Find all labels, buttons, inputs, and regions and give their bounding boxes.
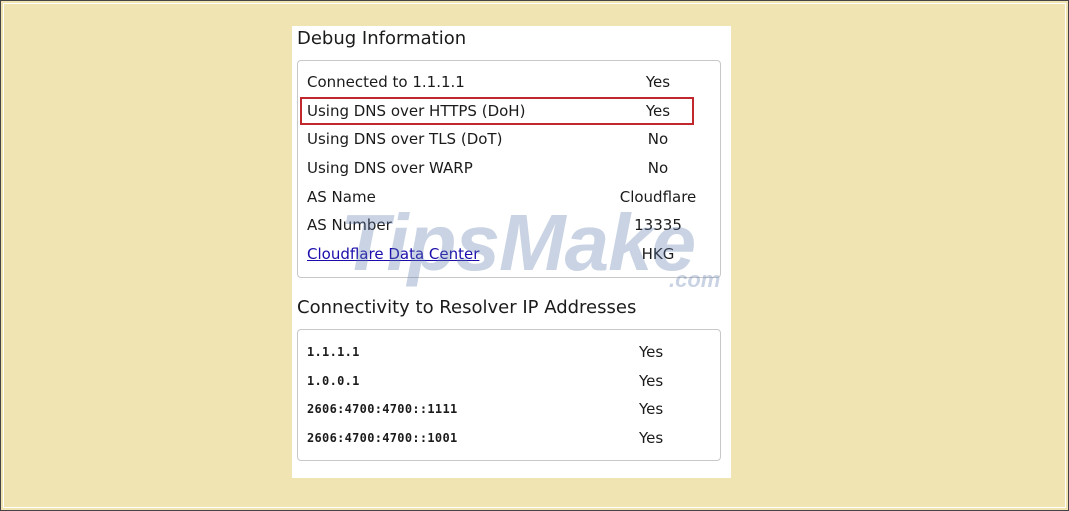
connectivity-title: Connectivity to Resolver IP Addresses bbox=[297, 297, 637, 318]
resolver-status: Yes bbox=[639, 429, 664, 447]
as-name-value: Cloudflare bbox=[619, 188, 697, 206]
resolver-status: Yes bbox=[639, 400, 664, 418]
debug-information-title: Debug Information bbox=[297, 28, 467, 49]
as-name-label: AS Name bbox=[307, 188, 376, 206]
resolver-address: 2606:4700:4700::1111 bbox=[307, 402, 458, 416]
resolver-address: 1.0.0.1 bbox=[307, 374, 360, 388]
debug-row-as-name: AS Name Cloudflare bbox=[298, 183, 720, 211]
debug-row-warp: Using DNS over WARP No bbox=[298, 154, 720, 182]
debug-row-dot: Using DNS over TLS (DoT) No bbox=[298, 125, 720, 153]
dot-value: No bbox=[647, 130, 669, 148]
resolver-status: Yes bbox=[639, 372, 664, 390]
debug-row-data-center: Cloudflare Data Center HKG bbox=[298, 240, 720, 268]
as-number-value: 13335 bbox=[634, 216, 682, 234]
debug-row-as-number: AS Number 13335 bbox=[298, 211, 720, 239]
connectivity-card: 1.1.1.1 Yes 1.0.0.1 Yes 2606:4700:4700::… bbox=[297, 329, 721, 461]
warp-value: No bbox=[647, 159, 669, 177]
connectivity-row: 2606:4700:4700::1111 Yes bbox=[298, 395, 720, 423]
connected-value: Yes bbox=[645, 73, 671, 91]
debug-information-card: Connected to 1.1.1.1 Yes Using DNS over … bbox=[297, 60, 721, 278]
connectivity-row: 2606:4700:4700::1001 Yes bbox=[298, 424, 720, 452]
data-center-value: HKG bbox=[641, 245, 675, 263]
debug-panel: Debug Information Connected to 1.1.1.1 Y… bbox=[292, 26, 731, 478]
resolver-status: Yes bbox=[639, 343, 664, 361]
dot-label: Using DNS over TLS (DoT) bbox=[307, 130, 503, 148]
cloudflare-data-center-link[interactable]: Cloudflare Data Center bbox=[307, 245, 479, 263]
connectivity-row: 1.0.0.1 Yes bbox=[298, 367, 720, 395]
resolver-address: 1.1.1.1 bbox=[307, 345, 360, 359]
connectivity-row: 1.1.1.1 Yes bbox=[298, 338, 720, 366]
resolver-address: 2606:4700:4700::1001 bbox=[307, 431, 458, 445]
doh-highlight-box bbox=[300, 97, 694, 125]
warp-label: Using DNS over WARP bbox=[307, 159, 473, 177]
screenshot-frame: Debug Information Connected to 1.1.1.1 Y… bbox=[0, 0, 1069, 511]
as-number-label: AS Number bbox=[307, 216, 392, 234]
connected-label: Connected to 1.1.1.1 bbox=[307, 73, 465, 91]
debug-row-connected: Connected to 1.1.1.1 Yes bbox=[298, 68, 720, 96]
